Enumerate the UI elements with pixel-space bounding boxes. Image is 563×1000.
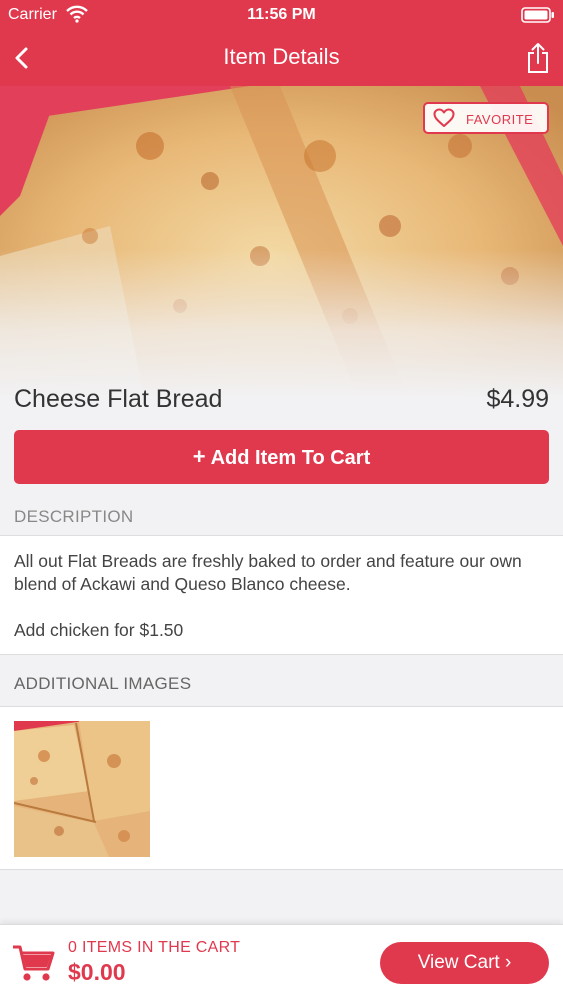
description-extra: Add chicken for $1.50 <box>14 620 184 640</box>
description-box: All out Flat Breads are freshly baked to… <box>0 535 563 655</box>
shopping-cart-icon[interactable] <box>12 943 56 983</box>
description-text: All out Flat Breads are freshly baked to… <box>14 551 522 594</box>
description-header: DESCRIPTION <box>14 507 134 526</box>
favorite-button[interactable]: FAVORITE <box>423 102 549 134</box>
description-section-header: DESCRIPTION <box>0 492 563 540</box>
cart-total: $0.00 <box>68 959 126 985</box>
page-title: Item Details <box>223 44 340 69</box>
share-icon[interactable] <box>525 42 551 74</box>
hero-fade-overlay <box>0 86 563 426</box>
add-item-to-cart-label: Add Item To Cart <box>210 447 371 469</box>
item-price: $4.99 <box>486 385 549 413</box>
battery-icon <box>521 7 554 23</box>
item-name: Cheese Flat Bread <box>14 385 223 413</box>
cart-bar: 0 ITEMS IN THE CART $0.00 View Cart › <box>0 924 563 1000</box>
status-time: 11:56 PM <box>247 6 316 23</box>
additional-images-header: ADDITIONAL IMAGES <box>14 674 192 693</box>
additional-image-thumbnail[interactable] <box>14 721 150 857</box>
plus-icon: + <box>192 444 206 469</box>
cart-item-count: 0 ITEMS IN THE CART <box>68 939 241 956</box>
favorite-label: FAVORITE <box>466 112 534 127</box>
heart-outline-icon <box>433 108 455 127</box>
nav-bar: Item Details <box>0 30 563 86</box>
add-item-to-cart-button[interactable]: + Add Item To Cart <box>14 430 549 484</box>
status-bar: Carrier 11:56 PM <box>0 0 563 30</box>
item-hero-image <box>0 86 563 426</box>
view-cart-button[interactable]: View Cart › <box>380 942 549 984</box>
additional-images-box <box>0 706 563 870</box>
additional-images-section-header: ADDITIONAL IMAGES <box>0 659 563 707</box>
